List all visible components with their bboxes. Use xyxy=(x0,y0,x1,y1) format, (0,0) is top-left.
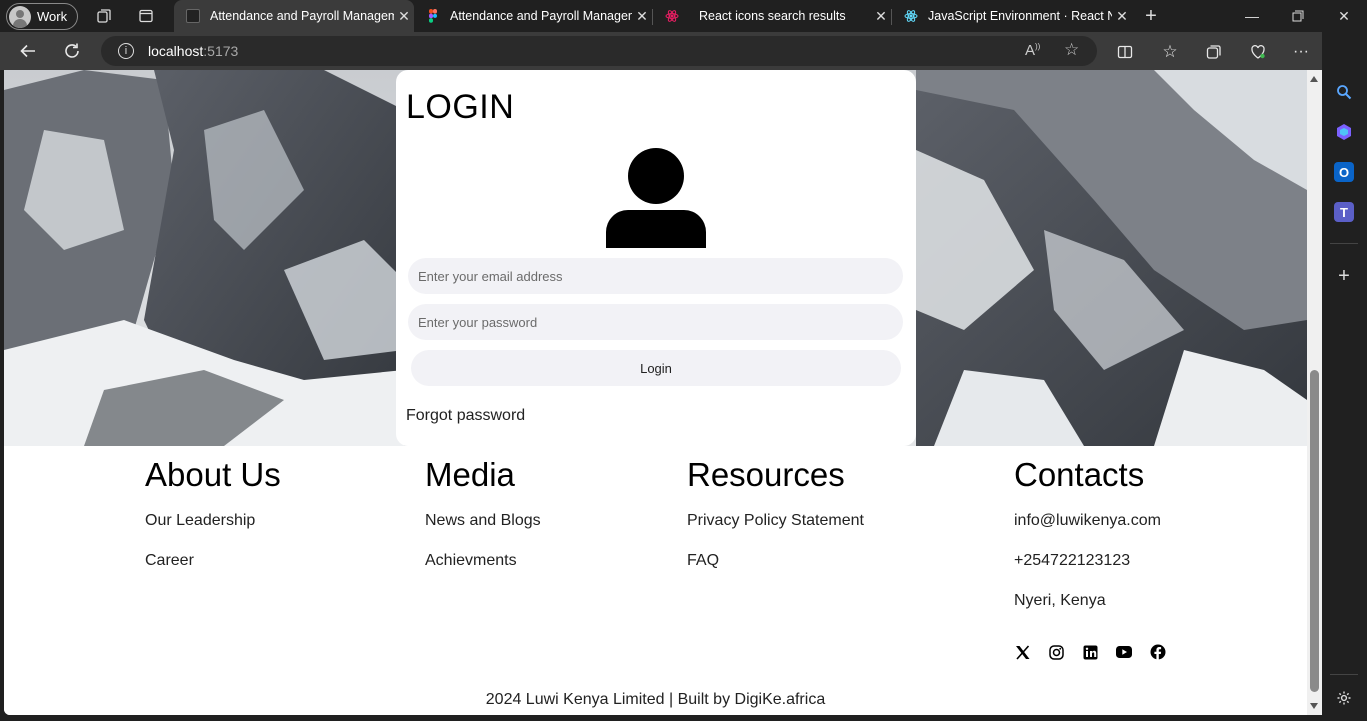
collections-icon[interactable] xyxy=(1203,41,1225,63)
copyright-text: 2024 Luwi Kenya Limited | Built by DigiK… xyxy=(485,691,826,708)
favorite-star-icon[interactable]: ☆ xyxy=(1064,40,1079,60)
copilot-sidebar-icon[interactable] xyxy=(1334,122,1354,142)
sidebar-divider xyxy=(1330,243,1358,244)
react-icons-icon xyxy=(665,9,679,23)
footer-link[interactable]: News and Blogs xyxy=(425,512,541,552)
contact-email[interactable]: info@luwikenya.com xyxy=(1014,512,1161,552)
luwi-icon xyxy=(186,9,200,23)
page-scrollbar[interactable] xyxy=(1307,70,1322,715)
refresh-icon[interactable] xyxy=(60,39,84,63)
tab-title: JavaScript Environment · React Native xyxy=(928,9,1112,23)
x-icon[interactable] xyxy=(1014,644,1030,660)
facebook-icon[interactable] xyxy=(1150,644,1166,660)
split-screen-icon[interactable] xyxy=(1114,41,1136,63)
footer-heading: Contacts xyxy=(1014,456,1145,493)
back-icon[interactable] xyxy=(16,39,40,63)
close-window-icon[interactable]: ✕ xyxy=(1321,0,1367,32)
footer-link[interactable]: FAQ xyxy=(687,552,864,592)
youtube-icon[interactable] xyxy=(1116,644,1132,660)
tab-react-native[interactable]: JavaScript Environment · React Native ✕ xyxy=(892,0,1132,32)
page-viewport: LOGIN Login Forgot password About Us Our… xyxy=(4,70,1307,715)
instagram-icon[interactable] xyxy=(1048,644,1064,660)
footer-link[interactable]: Achievments xyxy=(425,552,541,592)
footer-column-media: Media News and Blogs Achievments xyxy=(425,456,541,592)
footer-heading: Media xyxy=(425,456,515,493)
search-icon[interactable] xyxy=(1334,82,1354,102)
forgot-password-link[interactable]: Forgot password xyxy=(406,407,525,425)
restore-icon[interactable] xyxy=(1275,0,1321,32)
profile-label: Work xyxy=(37,9,68,24)
contact-location: Nyeri, Kenya xyxy=(1014,592,1106,609)
footer-heading: Resources xyxy=(687,456,845,493)
address-bar: i localhost:5173 A)) ☆ ☆ ··· xyxy=(0,32,1367,70)
user-icon xyxy=(606,148,706,248)
social-links xyxy=(1014,644,1184,660)
favorites-icon[interactable]: ☆ xyxy=(1159,41,1181,63)
email-input[interactable] xyxy=(408,258,903,294)
read-aloud-icon[interactable]: A)) xyxy=(1025,42,1040,59)
url-field[interactable]: i localhost:5173 A)) ☆ xyxy=(101,36,1097,66)
sidebar-divider xyxy=(1330,674,1358,675)
avatar xyxy=(9,5,31,28)
new-tab-icon[interactable]: + xyxy=(1141,5,1161,27)
footer-link[interactable]: Career xyxy=(145,552,281,592)
browser-essentials-icon[interactable] xyxy=(1247,41,1269,63)
tab-title: React icons search results xyxy=(699,9,846,23)
outlook-icon[interactable]: O xyxy=(1334,162,1354,182)
footer-column-contacts: Contacts info@luwikenya.com +25472212312… xyxy=(1014,456,1161,632)
close-icon[interactable]: ✕ xyxy=(632,8,652,25)
password-input[interactable] xyxy=(408,304,903,340)
figma-icon xyxy=(426,9,440,23)
add-icon[interactable]: + xyxy=(1334,265,1354,287)
contact-phone[interactable]: +254722123123 xyxy=(1014,552,1161,592)
tab-title: Attendance and Payroll Management xyxy=(210,9,394,23)
site-info-icon[interactable]: i xyxy=(118,43,134,59)
scrollbar-thumb[interactable] xyxy=(1310,370,1319,692)
react-icon xyxy=(904,9,918,23)
login-card: LOGIN Login Forgot password xyxy=(396,70,916,446)
footer-link[interactable]: Privacy Policy Statement xyxy=(687,512,864,552)
footer-column-resources: Resources Privacy Policy Statement FAQ xyxy=(687,456,864,592)
footer-heading: About Us xyxy=(145,456,281,493)
scroll-down-arrow[interactable] xyxy=(1310,703,1318,709)
scroll-up-arrow[interactable] xyxy=(1310,76,1318,82)
tab-attendance-payroll[interactable]: Attendance and Payroll Management ✕ xyxy=(174,0,414,32)
tab-figma[interactable]: Attendance and Payroll Management ✕ xyxy=(414,0,652,32)
footer: About Us Our Leadership Career Media New… xyxy=(4,446,1307,715)
teams-icon[interactable]: T xyxy=(1334,202,1354,222)
url-host: localhost xyxy=(148,43,204,59)
profile-button[interactable]: Work xyxy=(6,3,78,30)
url-port: :5173 xyxy=(203,43,239,59)
close-icon[interactable]: ✕ xyxy=(1112,8,1132,25)
tab-title: Attendance and Payroll Management xyxy=(450,9,632,23)
workspaces-icon[interactable] xyxy=(94,6,114,26)
tab-react-icons[interactable]: React icons search results ✕ xyxy=(653,0,891,32)
settings-gear-icon[interactable] xyxy=(1334,688,1354,708)
more-options-icon[interactable]: ··· xyxy=(1290,41,1312,63)
tab-actions-icon[interactable] xyxy=(136,6,156,26)
login-button[interactable]: Login xyxy=(411,350,901,386)
login-title: LOGIN xyxy=(406,88,515,126)
tab-bar: Work Attendance and Payroll Management ✕… xyxy=(0,0,1367,32)
linkedin-icon[interactable] xyxy=(1082,644,1098,660)
footer-column-about: About Us Our Leadership Career xyxy=(145,456,281,592)
footer-link[interactable]: Our Leadership xyxy=(145,512,281,552)
close-icon[interactable]: ✕ xyxy=(394,8,414,25)
close-icon[interactable]: ✕ xyxy=(871,8,891,25)
minimize-icon[interactable]: — xyxy=(1229,0,1275,32)
edge-sidebar: O T + xyxy=(1322,32,1367,721)
